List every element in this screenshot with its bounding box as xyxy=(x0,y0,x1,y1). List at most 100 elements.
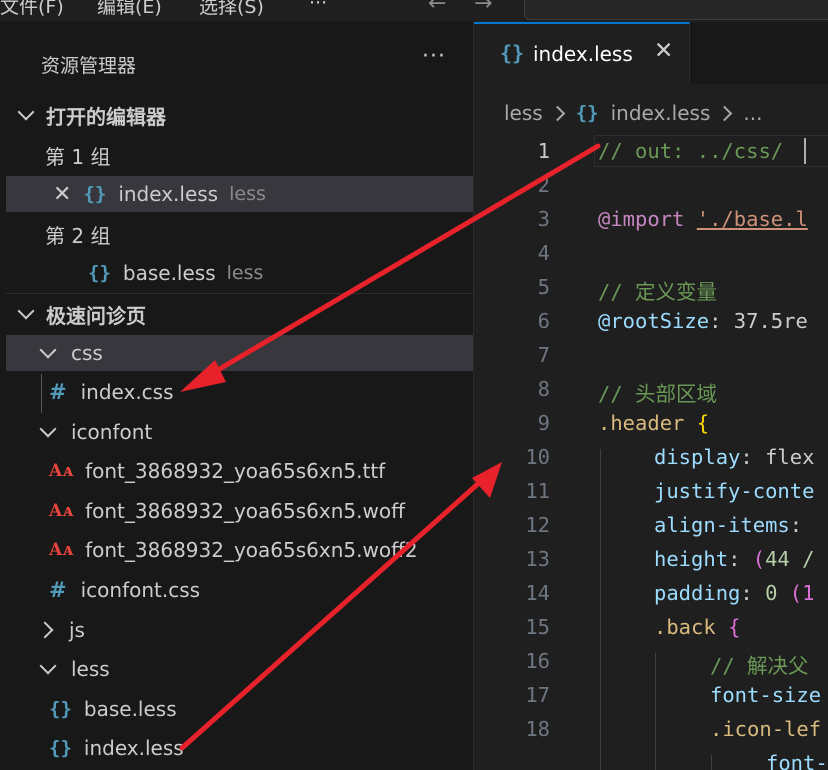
folder-iconfont[interactable]: iconfont xyxy=(6,414,473,450)
breadcrumb-folder[interactable]: less xyxy=(504,101,543,125)
file-base-less[interactable]: {} base.less xyxy=(6,691,473,727)
menu-edit[interactable]: 编辑(E) xyxy=(97,0,162,19)
file-font-ttf[interactable]: Aᴀ font_3868932_yoa65s6xn5.ttf xyxy=(6,453,473,489)
line-number: 1 xyxy=(537,139,550,163)
code-text: display: flex xyxy=(654,445,814,469)
menu-more[interactable]: ··· xyxy=(309,0,327,14)
brace: { xyxy=(728,615,741,639)
code-text: @import './base.l xyxy=(598,207,808,231)
file-description: less xyxy=(229,183,266,205)
group-label: 第 2 组 xyxy=(45,223,111,248)
folder-label: iconfont xyxy=(71,420,153,444)
paren: ( xyxy=(752,547,766,571)
code-text: .header { xyxy=(598,411,709,435)
file-label: index.less xyxy=(118,182,219,206)
code-text: height: (44 / xyxy=(654,547,814,571)
code-area[interactable]: 1 // out: ../css/ 2 3 @import './base.l … xyxy=(474,135,828,770)
forward-arrow-icon[interactable]: → xyxy=(474,0,492,16)
folder-css[interactable]: css xyxy=(6,335,473,371)
selector: .back xyxy=(654,615,716,639)
section-label: 打开的编辑器 xyxy=(46,104,166,129)
code-line: 4 xyxy=(474,237,828,271)
code-text: // 定义变量 xyxy=(598,280,718,304)
group-label: 第 1 组 xyxy=(45,144,111,169)
css-file-icon: # xyxy=(49,578,67,602)
more-actions-icon[interactable]: ··· xyxy=(422,44,446,69)
code-line: 10 display: flex xyxy=(474,441,828,475)
chevron-right-icon xyxy=(549,105,565,121)
file-description: less xyxy=(226,262,264,284)
chevron-down-icon xyxy=(39,420,57,438)
paren: (1 xyxy=(789,581,815,605)
line-number: 18 xyxy=(525,717,550,741)
line-number: 9 xyxy=(537,411,550,435)
import-path[interactable]: './base.l xyxy=(697,207,808,231)
property: font-size xyxy=(710,683,822,707)
file-label: base.less xyxy=(122,261,216,285)
folder-less[interactable]: less xyxy=(6,651,473,687)
command-center-search[interactable] xyxy=(524,0,828,20)
open-editor-base-less[interactable]: {} base.less less xyxy=(6,255,473,291)
close-icon[interactable]: ✕ xyxy=(53,182,71,207)
variable-name: @rootSize xyxy=(598,309,710,333)
explorer-sidebar: 资源管理器 ··· 打开的编辑器 第 1 组 ✕ {} index.less l… xyxy=(0,22,474,770)
breadcrumb: less {} index.less ... xyxy=(504,101,762,125)
file-label: index.less xyxy=(83,736,184,760)
editor-group-1[interactable]: 第 1 组 xyxy=(6,137,473,173)
file-iconfont-css[interactable]: # iconfont.css xyxy=(6,572,473,608)
property: align-items xyxy=(654,513,790,537)
number: 44 / xyxy=(765,547,815,571)
code-text: // 头部区域 xyxy=(598,382,718,406)
tab-label: index.less xyxy=(533,42,633,66)
file-index-less[interactable]: {} index.less xyxy=(6,730,473,766)
file-label: font_3868932_yoa65s6xn5.woff xyxy=(85,499,405,523)
property: justify-conte xyxy=(654,479,815,503)
code-line: 13 height: (44 / xyxy=(474,543,828,577)
file-index-css[interactable]: # index.css xyxy=(6,374,473,410)
code-text: .back { xyxy=(654,615,740,639)
code-text: @rootSize: 37.5re xyxy=(598,309,808,333)
menu-selection[interactable]: 选择(S) xyxy=(199,0,264,19)
code-line: 3 @import './base.l xyxy=(474,203,828,237)
code-text: padding: 0 (1 xyxy=(654,581,814,605)
punctuation: : xyxy=(740,581,766,605)
line-number: 14 xyxy=(525,581,550,605)
breadcrumb-symbol[interactable]: ... xyxy=(743,101,762,125)
brace: { xyxy=(696,411,710,435)
project-header[interactable]: 极速问诊页 xyxy=(6,296,473,332)
file-font-woff2[interactable]: Aᴀ font_3868932_yoa65s6xn5.woff2 xyxy=(6,532,473,568)
chevron-right-icon xyxy=(717,105,733,121)
punctuation: : xyxy=(728,547,753,571)
menu-bar: 文件(F) 编辑(E) 选择(S) ··· ← → xyxy=(0,0,828,22)
chevron-down-icon xyxy=(39,341,57,359)
file-font-woff[interactable]: Aᴀ font_3868932_yoa65s6xn5.woff xyxy=(6,493,473,529)
editor-pane: {} index.less ✕ less {} index.less ... 1… xyxy=(474,22,828,770)
font-file-icon: Aᴀ xyxy=(49,461,74,481)
open-editor-index-less[interactable]: ✕ {} index.less less xyxy=(6,176,473,212)
back-arrow-icon[interactable]: ← xyxy=(428,0,446,16)
menu-file[interactable]: 文件(F) xyxy=(0,0,64,19)
css-file-icon: # xyxy=(49,380,67,404)
font-file-icon: Aᴀ xyxy=(49,501,74,521)
line-number: 13 xyxy=(525,547,550,571)
property: font- xyxy=(766,751,828,770)
variable-value: : 37.5re xyxy=(709,309,808,333)
property-value: : flex xyxy=(740,445,815,469)
code-line: 1 // out: ../css/ xyxy=(474,135,828,169)
breadcrumb-file[interactable]: index.less xyxy=(611,101,711,125)
line-number: 5 xyxy=(537,275,550,299)
line-number: 16 xyxy=(525,649,550,673)
editor-group-2[interactable]: 第 2 组 xyxy=(6,216,473,252)
font-file-icon: Aᴀ xyxy=(49,540,74,560)
less-file-icon: {} xyxy=(88,262,111,284)
section-label: 极速问诊页 xyxy=(46,303,146,328)
code-line: 18 .icon-lef xyxy=(474,713,828,747)
less-file-icon: {} xyxy=(575,102,599,124)
folder-js[interactable]: js xyxy=(6,612,473,648)
open-editors-header[interactable]: 打开的编辑器 xyxy=(6,97,473,133)
tab-index-less[interactable]: {} index.less ✕ xyxy=(474,22,690,84)
line-number: 8 xyxy=(537,377,550,401)
file-label: base.less xyxy=(83,697,177,721)
file-label: font_3868932_yoa65s6xn5.woff2 xyxy=(85,538,418,562)
close-icon[interactable]: ✕ xyxy=(654,38,673,64)
